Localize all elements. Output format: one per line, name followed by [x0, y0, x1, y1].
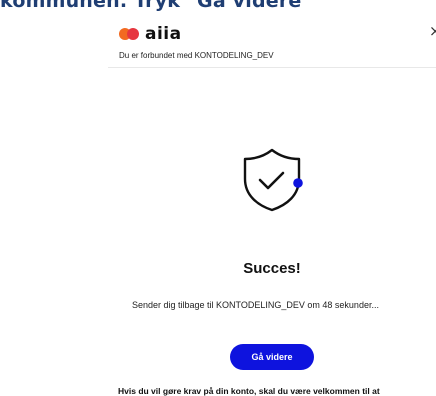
brand-name: aiia	[145, 23, 182, 44]
aiia-logo-mark-icon	[119, 28, 139, 40]
consent-dialog: aiia × Du er forbundet med KONTODELING_D…	[108, 20, 436, 396]
success-title: Succes!	[243, 260, 301, 277]
close-button[interactable]: ×	[429, 24, 436, 39]
claim-account-text: Hvis du vil gøre krav på din konto, skal…	[118, 386, 380, 396]
continue-button[interactable]: Gå videre	[230, 344, 314, 370]
header-divider	[108, 67, 436, 68]
redirect-countdown: Sender dig tilbage til KONTODELING_DEV o…	[132, 300, 379, 310]
document-heading: kommunen. Tryk "Gå videre"	[0, 0, 312, 12]
connection-status: Du er forbundet med KONTODELING_DEV	[119, 51, 274, 60]
shield-check-icon	[243, 148, 303, 212]
aiia-logo: aiia	[119, 25, 182, 43]
